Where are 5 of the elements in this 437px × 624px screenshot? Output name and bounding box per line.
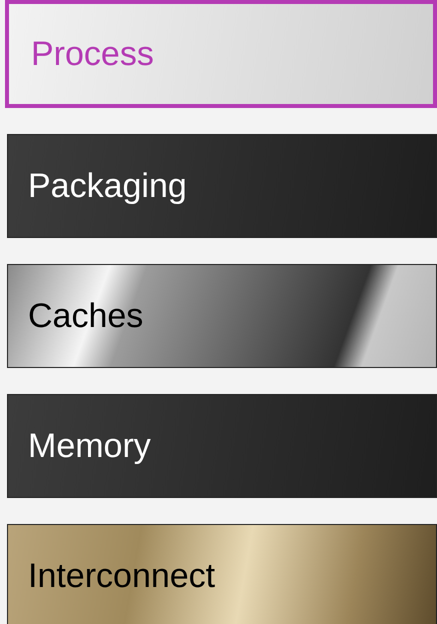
menu-item[interactable]: Process [5,0,437,108]
menu-item[interactable]: Caches [7,264,437,368]
menu-item[interactable]: Memory [7,394,437,498]
menu-item[interactable]: Packaging [7,134,437,238]
menu-item[interactable]: Interconnect [7,524,437,624]
